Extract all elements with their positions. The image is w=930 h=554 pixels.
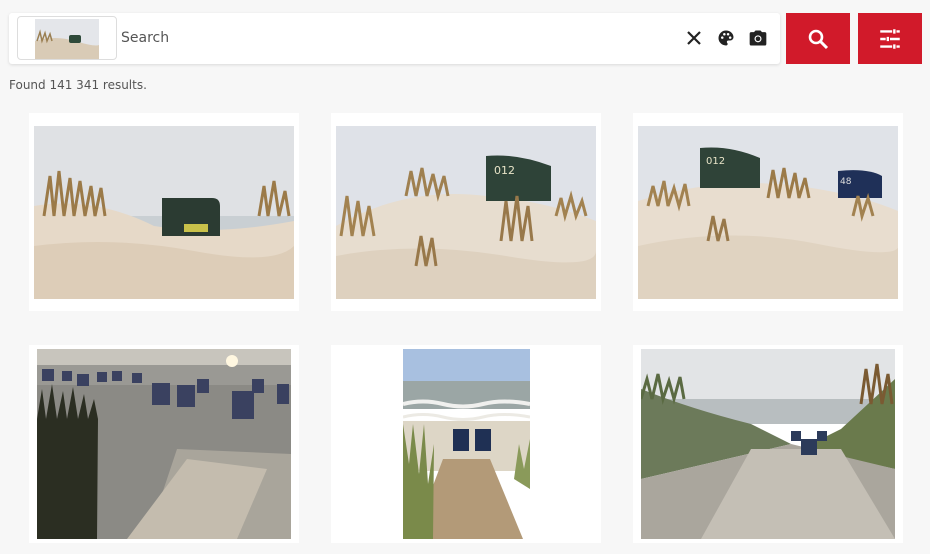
svg-text:012: 012 — [494, 164, 515, 177]
query-image-thumbnail[interactable] — [17, 16, 117, 60]
search-input[interactable] — [121, 21, 671, 55]
image-result-2[interactable]: 012 — [331, 113, 601, 311]
search-bar — [9, 13, 780, 64]
search-icon — [808, 29, 829, 49]
image-result-5[interactable] — [331, 345, 601, 543]
image-result-4[interactable] — [29, 345, 299, 543]
search-button[interactable] — [786, 13, 850, 64]
tune-icon — [880, 28, 900, 49]
image-result-6[interactable] — [633, 345, 903, 543]
palette-icon[interactable] — [714, 26, 738, 50]
camera-icon[interactable] — [746, 26, 770, 50]
close-icon[interactable] — [682, 26, 706, 50]
svg-text:012: 012 — [706, 156, 725, 167]
filters-button[interactable] — [858, 13, 922, 64]
image-result-1[interactable] — [29, 113, 299, 311]
results-count: Found 141 341 results. — [9, 78, 147, 92]
svg-text:48: 48 — [840, 177, 852, 187]
image-result-3[interactable]: 012 48 — [633, 113, 903, 311]
